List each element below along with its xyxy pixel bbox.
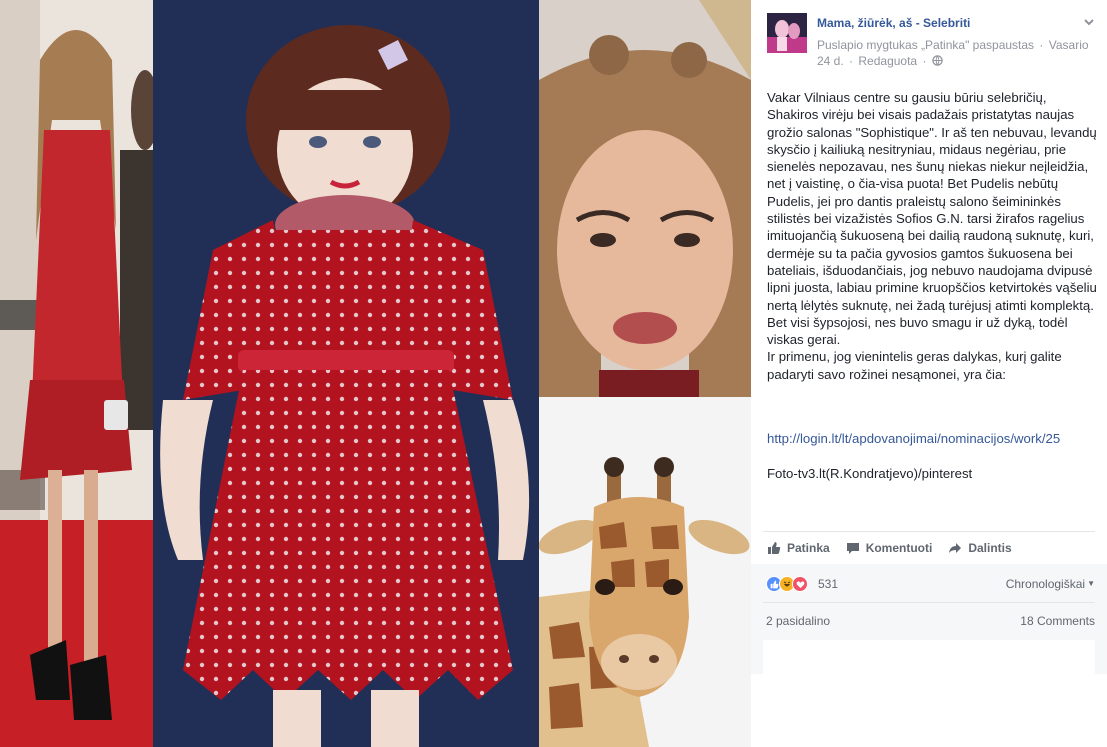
comments-area bbox=[763, 640, 1095, 674]
like-button[interactable]: Patinka bbox=[767, 538, 830, 558]
photo-face-illustration bbox=[539, 0, 751, 397]
caret-down-icon: ▼ bbox=[1087, 579, 1095, 588]
post-link[interactable]: http://login.lt/lt/apdovanojimai/nominac… bbox=[767, 431, 1060, 446]
photo-credit: Foto-tv3.lt(R.Kondratjevo)/pinterest bbox=[767, 466, 973, 481]
photo-crocheted-doll[interactable] bbox=[153, 0, 539, 747]
meta-separator: · bbox=[1039, 38, 1044, 52]
thumbs-up-icon bbox=[768, 542, 781, 554]
avatar-image bbox=[767, 13, 807, 53]
comments-count[interactable]: 18 Comments bbox=[1020, 614, 1095, 628]
photo-doll-illustration bbox=[153, 0, 539, 747]
photo-woman-red-dress[interactable] bbox=[0, 0, 153, 747]
share-button[interactable]: Dalintis bbox=[948, 538, 1012, 558]
reactions-bar: 531 Chronologiškai ▼ 2 pasidalino 18 Comm… bbox=[751, 564, 1107, 674]
page-name-link[interactable]: Mama, žiūrėk, aš - Selebriti bbox=[817, 16, 970, 30]
meta-separator: · bbox=[922, 54, 927, 68]
photo-giraffe-illustration bbox=[539, 397, 751, 747]
edited-label[interactable]: Redaguota bbox=[858, 54, 917, 68]
post-actions: Patinka Komentuoti Dalintis bbox=[767, 538, 1095, 558]
share-arrow-icon bbox=[949, 543, 962, 553]
divider bbox=[763, 531, 1095, 532]
liked-page-notice: Puslapio mygtukas „Patinka" paspaustas bbox=[817, 38, 1035, 52]
shares-count[interactable]: 2 pasidalino bbox=[766, 614, 830, 628]
photo-woman-face-closeup[interactable] bbox=[539, 0, 751, 397]
share-label: Dalintis bbox=[968, 541, 1012, 555]
love-reaction-icon bbox=[792, 576, 808, 592]
photo-woman-illustration bbox=[0, 0, 153, 747]
comment-label: Komentuoti bbox=[865, 541, 933, 555]
globe-icon[interactable] bbox=[932, 54, 943, 70]
comment-button[interactable]: Komentuoti bbox=[846, 538, 933, 558]
page-avatar[interactable] bbox=[767, 13, 807, 53]
post-meta: Puslapio mygtukas „Patinka" paspaustas ·… bbox=[817, 37, 1099, 70]
meta-separator: · bbox=[849, 54, 854, 68]
like-label: Patinka bbox=[787, 541, 830, 555]
post-link-wrapper: http://login.lt/lt/apdovanojimai/nominac… bbox=[767, 431, 1060, 446]
comment-icon bbox=[846, 543, 859, 554]
reaction-count[interactable]: 531 bbox=[818, 577, 838, 591]
divider bbox=[763, 602, 1095, 603]
post-body-text: Vakar Vilniaus centre su gausiu būriu se… bbox=[767, 90, 1097, 382]
post-options-chevron-icon[interactable] bbox=[1081, 14, 1097, 30]
sort-label: Chronologiškai bbox=[1005, 577, 1086, 591]
post-header: Mama, žiūrėk, aš - Selebriti Puslapio my… bbox=[767, 10, 1097, 70]
post-panel: Mama, žiūrėk, aš - Selebriti Puslapio my… bbox=[751, 0, 1107, 747]
reaction-icons[interactable] bbox=[766, 576, 808, 592]
photo-giraffe[interactable] bbox=[539, 397, 751, 747]
comment-sort-dropdown[interactable]: Chronologiškai ▼ bbox=[1006, 577, 1095, 591]
